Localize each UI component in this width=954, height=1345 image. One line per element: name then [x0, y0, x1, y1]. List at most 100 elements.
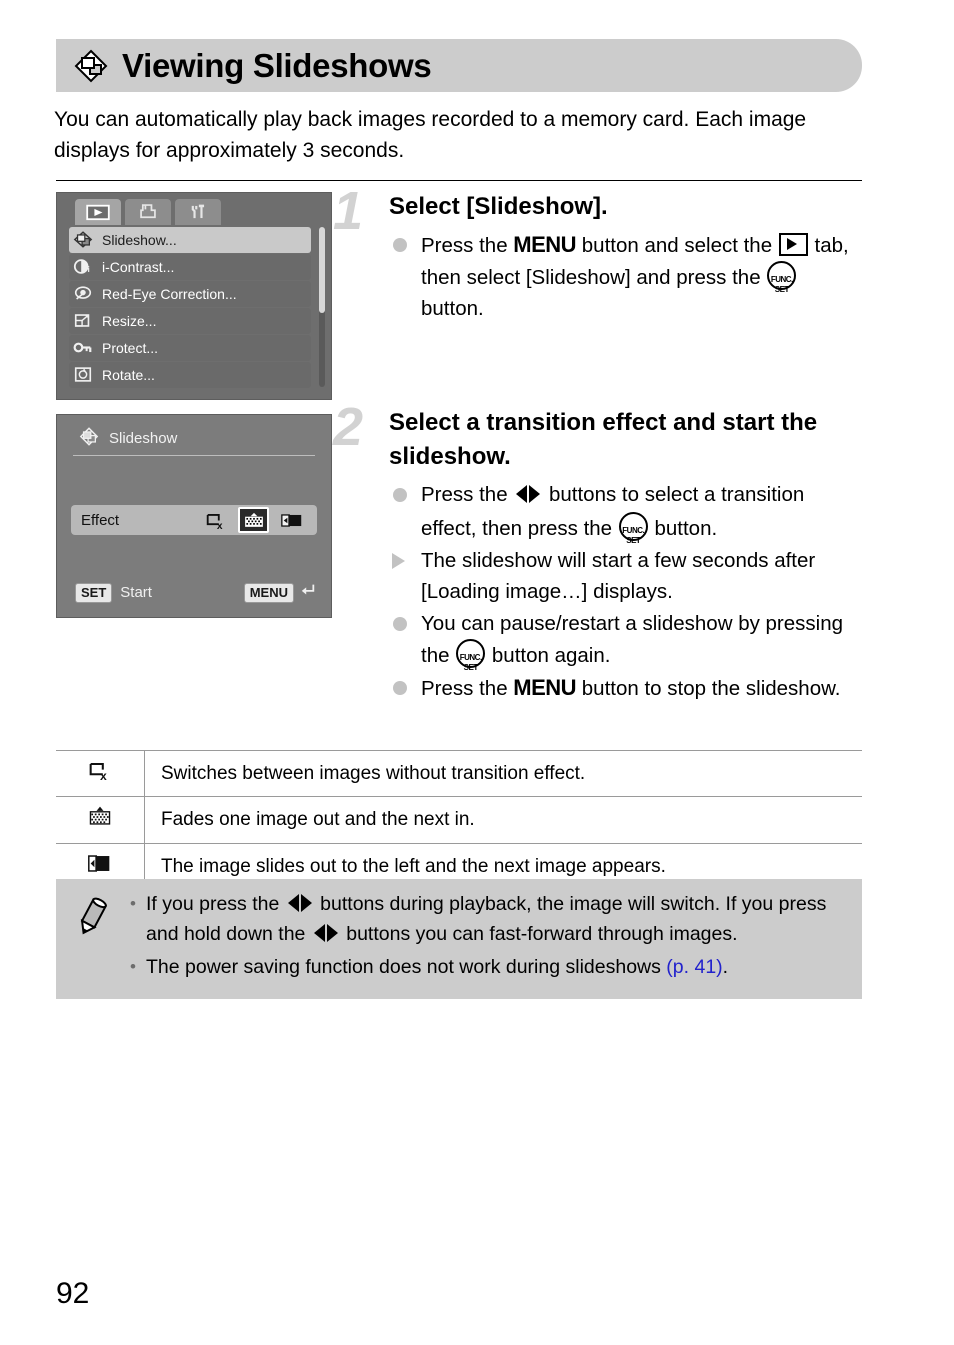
slideshow-icon — [74, 49, 108, 83]
menu-item-rotate[interactable]: Rotate... — [69, 362, 311, 388]
step-2: 2 Select a transition effect and start t… — [333, 400, 863, 705]
svg-text:x: x — [100, 769, 107, 782]
menu-item-label: Protect... — [102, 340, 159, 356]
pencil-note-icon — [70, 895, 114, 939]
func-set-button-glyph: FUNC. SET — [456, 639, 486, 672]
menu-button-glyph: MENU — [513, 232, 577, 257]
instruction-bullet: The slideshow will start a few seconds a… — [389, 545, 863, 607]
step-heading: Select [Slideshow]. — [389, 193, 608, 220]
bullet-text: Press the MENU button and select the tab… — [421, 232, 849, 320]
menu-scrollbar-thumb[interactable] — [319, 227, 325, 313]
bullet-text: Press the MENU button to stop the slides… — [421, 675, 841, 700]
set-badge: SET — [75, 582, 113, 603]
effect-description: Switches between images without transiti… — [144, 750, 862, 797]
page-title: Viewing Slideshows — [122, 46, 432, 84]
start-hint: SET Start — [75, 582, 152, 603]
print-tab-icon[interactable] — [125, 199, 171, 225]
menu-item-i-contrast[interactable]: i i-Contrast... — [69, 254, 311, 280]
menu-badge: MENU — [243, 582, 294, 603]
bullet-text: The slideshow will start a few seconds a… — [421, 549, 816, 603]
menu-item-red-eye-correction[interactable]: Red-Eye Correction... — [69, 281, 311, 307]
left-right-buttons-glyph — [313, 923, 338, 951]
menu-scrollbar[interactable] — [319, 227, 325, 387]
menu-item-list: Slideshow... i i-Contrast... Red-Eye Cor… — [69, 227, 311, 389]
instruction-bullet: You can pause/restart a slideshow by pre… — [389, 608, 863, 672]
bullet-text: You can pause/restart a slideshow by pre… — [421, 612, 844, 672]
red-eye-icon — [73, 284, 95, 304]
left-right-buttons-glyph — [287, 893, 312, 921]
left-right-buttons-glyph — [516, 481, 541, 512]
func-set-button-glyph: FUNC. SET — [618, 512, 648, 545]
section-divider — [56, 180, 862, 181]
camera-menu-screenshot: Slideshow... i i-Contrast... Red-Eye Cor… — [56, 192, 332, 400]
step-2-bullets: Press the buttons to select a transition… — [389, 479, 863, 704]
slideshow-title-divider — [73, 455, 315, 456]
menu-item-label: Resize... — [102, 313, 157, 329]
slideshow-icon — [73, 230, 95, 250]
bullet-text: Press the buttons to select a transition… — [421, 481, 805, 545]
bullet-dot-icon — [393, 617, 407, 631]
note-callout: If you press the buttons during playback… — [56, 879, 862, 999]
page-reference-link[interactable]: (p. 41) — [666, 956, 722, 978]
playback-tab-icon[interactable] — [75, 199, 121, 225]
menu-item-label: i-Contrast... — [102, 259, 175, 275]
instruction-bullet: Press the MENU button and select the tab… — [389, 229, 863, 324]
no-effect-icon: x — [56, 750, 145, 797]
effect-description: Fades one image out and the next in. — [144, 796, 862, 844]
protect-key-icon — [73, 338, 95, 358]
instruction-bullet: Press the MENU button to stop the slides… — [389, 672, 863, 704]
no-effect-icon[interactable]: x — [202, 509, 229, 531]
step-number: 2 — [333, 397, 364, 457]
instruction-bullet: Press the buttons to select a transition… — [389, 479, 863, 545]
note-list: If you press the buttons during playback… — [128, 890, 848, 986]
slide-effect-icon[interactable] — [278, 509, 305, 531]
page-header: Viewing Slideshows — [56, 39, 862, 92]
note-item: The power saving function does not work … — [128, 953, 848, 982]
slideshow-settings-screenshot: Slideshow Effect x SET Start MENU — [56, 414, 332, 618]
fade-effect-icon — [56, 796, 145, 844]
slideshow-screen-footer: SET Start MENU — [75, 582, 317, 603]
menu-item-slideshow[interactable]: Slideshow... — [69, 227, 311, 253]
playback-tab-glyph — [778, 233, 808, 256]
slideshow-title-label: Slideshow — [109, 430, 178, 447]
func-set-button-glyph: FUNC. SET — [767, 261, 797, 294]
effect-setting-row[interactable]: Effect x — [71, 505, 317, 535]
step-heading: Select a transition effect and start the… — [389, 409, 818, 470]
menu-item-label: Slideshow... — [102, 232, 177, 248]
start-label: Start — [120, 584, 152, 601]
bullet-dot-icon — [393, 488, 407, 502]
slideshow-icon — [79, 427, 99, 450]
menu-button-glyph: MENU — [513, 675, 577, 700]
transition-effects-table: x Switches between images without transi… — [56, 750, 862, 890]
step-1: 1 Select [Slideshow]. Press the MENU but… — [333, 184, 863, 325]
menu-tabbar — [75, 199, 221, 225]
return-arrow-icon — [299, 582, 317, 603]
svg-text:i: i — [88, 265, 90, 274]
menu-item-label: Rotate... — [102, 367, 155, 383]
note-item: If you press the buttons during playback… — [128, 890, 848, 950]
note-text: The power saving function does not work … — [146, 956, 729, 978]
menu-item-protect[interactable]: Protect... — [69, 335, 311, 361]
bullet-triangle-icon — [392, 553, 405, 569]
intro-paragraph: You can automatically play back images r… — [54, 108, 807, 162]
table-row: x Switches between images without transi… — [56, 750, 862, 797]
menu-item-resize[interactable]: Resize... — [69, 308, 311, 334]
note-text: If you press the buttons during playback… — [146, 893, 826, 945]
svg-text:x: x — [216, 520, 222, 529]
effect-label: Effect — [81, 511, 120, 529]
fade-effect-icon[interactable] — [238, 507, 269, 533]
rotate-icon — [73, 365, 95, 385]
settings-tab-icon[interactable] — [175, 199, 221, 225]
page-number: 92 — [56, 1277, 90, 1310]
bullet-dot-icon — [393, 238, 407, 252]
i-contrast-icon: i — [73, 257, 95, 277]
menu-item-label: Red-Eye Correction... — [102, 286, 237, 302]
slideshow-screen-title: Slideshow — [79, 427, 177, 450]
step-number: 1 — [333, 181, 364, 241]
resize-icon — [73, 311, 95, 331]
effect-options: x — [202, 507, 305, 533]
step-1-bullets: Press the MENU button and select the tab… — [389, 229, 863, 324]
back-hint: MENU — [243, 582, 317, 603]
table-row: Fades one image out and the next in. — [56, 796, 862, 844]
bullet-dot-icon — [393, 681, 407, 695]
